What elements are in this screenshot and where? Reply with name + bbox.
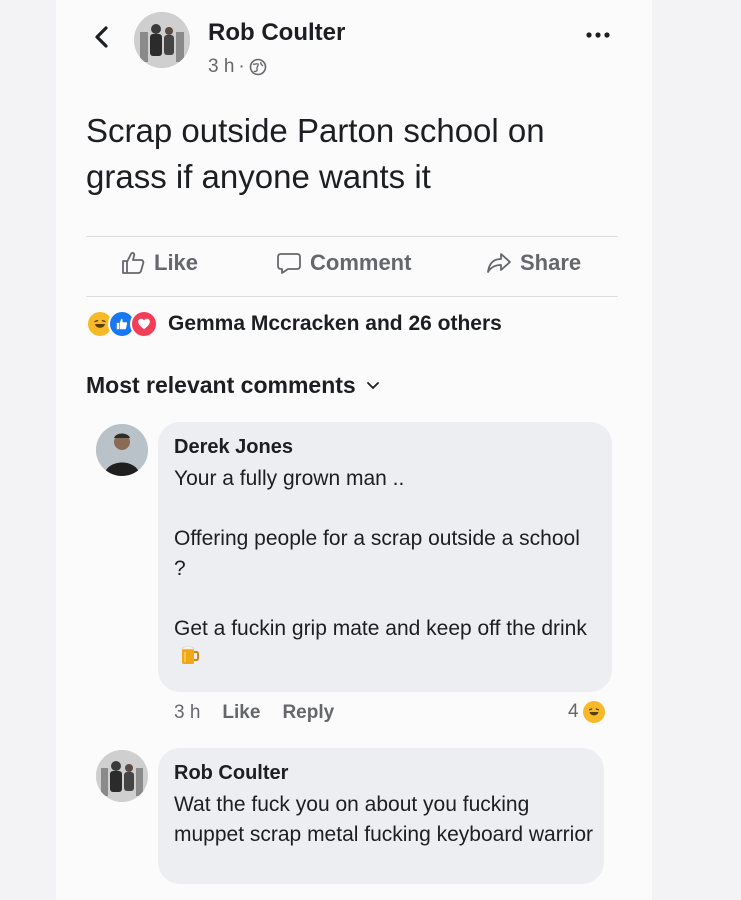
thumbs-up-icon — [122, 252, 145, 274]
commenter-avatar[interactable] — [96, 424, 148, 476]
comment-author[interactable]: Derek Jones — [174, 436, 293, 459]
meta-separator: · — [238, 56, 245, 77]
comment-actions: 3 h Like Reply — [174, 702, 334, 724]
comment-reactions[interactable]: 4 — [568, 701, 605, 723]
comments-header: Most relevant comments — [86, 372, 356, 398]
commenter-avatar[interactable] — [96, 750, 148, 802]
comment-reply-button[interactable]: Reply — [282, 702, 334, 724]
chevron-down-icon — [366, 381, 379, 389]
comment-reaction-count: 4 — [568, 701, 579, 722]
comments-filter[interactable]: Most relevant comments — [86, 372, 380, 399]
reactions-summary[interactable]: Gemma Mccracken and 26 others — [86, 310, 502, 338]
comment-body: Your a fully grown man .. Offering peopl… — [174, 464, 594, 668]
divider — [86, 296, 618, 297]
divider — [86, 236, 618, 237]
share-icon — [487, 253, 511, 273]
comment-button[interactable]: Comment — [276, 250, 411, 276]
like-button[interactable]: Like — [120, 250, 198, 276]
share-label: Share — [520, 250, 582, 275]
comment-text: Your a fully grown man .. Offering peopl… — [174, 467, 587, 640]
author-avatar[interactable] — [134, 12, 190, 68]
post-author-name[interactable]: Rob Coulter — [208, 19, 345, 47]
beer-mug-icon — [181, 646, 200, 664]
like-label: Like — [154, 250, 199, 275]
back-arrow-icon[interactable] — [88, 20, 116, 54]
post-time[interactable]: 3 h — [208, 56, 234, 78]
comment-time[interactable]: 3 h — [174, 702, 200, 724]
share-button[interactable]: Share — [486, 250, 581, 276]
globe-icon — [249, 58, 267, 76]
comment-icon — [277, 253, 301, 274]
comment-like-button[interactable]: Like — [222, 702, 260, 724]
more-options-icon[interactable] — [584, 30, 614, 40]
comment-label: Comment — [310, 250, 412, 275]
post-text: Scrap outside Parton school on grass if … — [86, 112, 545, 195]
comment-author[interactable]: Rob Coulter — [174, 762, 288, 785]
haha-icon — [582, 701, 605, 723]
reactions-label: Gemma Mccracken and 26 others — [168, 312, 502, 335]
love-icon — [130, 310, 158, 338]
comment-text: Wat the fuck you on about you fucking mu… — [174, 793, 594, 846]
post-meta: 3 h · — [208, 56, 267, 78]
